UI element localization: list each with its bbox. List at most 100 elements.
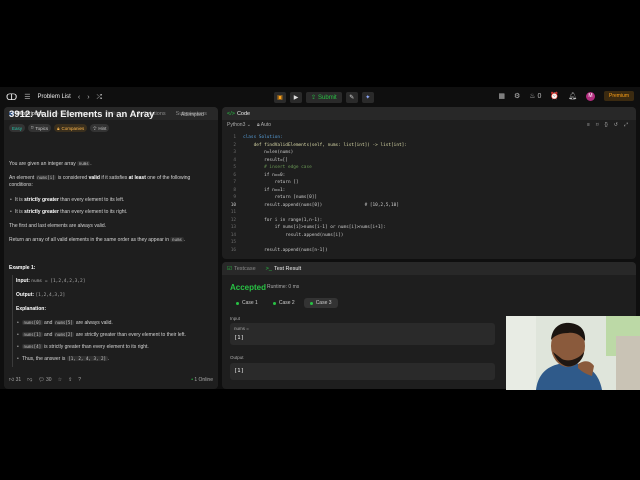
input-label: Input xyxy=(230,316,241,321)
help-icon[interactable]: ? xyxy=(78,377,81,383)
star-icon[interactable]: ☆ xyxy=(58,377,62,383)
line-number: 11 xyxy=(230,210,236,216)
problem-list-link[interactable]: Problem List xyxy=(38,94,71,100)
comment-count: 30 xyxy=(46,377,52,383)
list-icon[interactable]: ☰ xyxy=(24,94,30,101)
run-button[interactable]: ▶ xyxy=(290,92,302,103)
line-number: 9 xyxy=(233,195,236,201)
ai-icon[interactable]: ✦ xyxy=(361,92,374,103)
braces-icon[interactable]: {} xyxy=(604,122,607,128)
fullscreen-icon[interactable]: ⤢ xyxy=(624,122,628,128)
topics-chip[interactable]: ⌑ Topics xyxy=(28,124,52,132)
inline-code: [1, 2, 4, 3, 2] xyxy=(66,356,108,361)
tab-test-result[interactable]: >_ Test Result xyxy=(266,266,302,272)
text: and xyxy=(42,332,54,338)
case-tab-1[interactable]: Case 1 xyxy=(230,298,264,308)
tab-code[interactable]: </> Code xyxy=(227,111,250,117)
debug-icon[interactable]: ▣ xyxy=(274,92,286,103)
hint-chip[interactable]: 💡︎ Hint xyxy=(90,124,110,132)
reset-icon[interactable]: ↺ xyxy=(614,122,618,128)
layout-icon[interactable]: ▦ xyxy=(498,93,505,100)
code-line: 5 # insert edge case xyxy=(226,164,407,172)
prev-problem-icon[interactable]: ‹ xyxy=(78,94,80,101)
code-text: n=len(nums) xyxy=(243,150,294,156)
code-text: result.append(nums[i]) xyxy=(243,232,344,238)
result-status: Accepted xyxy=(230,283,267,292)
shuffle-icon[interactable]: ⤮ xyxy=(97,94,103,101)
comment-icon: 💬︎ xyxy=(38,377,45,383)
auto-toggle[interactable]: 🔒︎ Auto xyxy=(257,122,271,128)
code-line: 15 xyxy=(226,239,407,247)
line-number: 8 xyxy=(233,187,236,193)
text: than every element to its left. xyxy=(58,197,125,203)
tab-testcase[interactable]: ☑ Testcase xyxy=(227,266,256,272)
next-problem-icon[interactable]: › xyxy=(87,94,89,101)
bullet-dot: • xyxy=(17,332,19,338)
notes-icon[interactable]: ✎ xyxy=(345,92,358,103)
description-footer: 👍︎ 31 👎︎ 💬︎ 30 ☆ ⇪ ? • 1 Online xyxy=(4,374,218,386)
line-number: 10 xyxy=(230,202,236,208)
share-icon[interactable]: ⇪ xyxy=(68,377,72,383)
code-text: # insert edge case xyxy=(243,165,312,171)
line-number: 6 xyxy=(233,172,236,178)
bell-icon[interactable]: 🔔︎ xyxy=(568,93,577,100)
runtime-text: Runtime: 0 ms xyxy=(267,284,300,290)
example-output: Output: [1,2,4,3,2] xyxy=(16,292,216,300)
param-label: nums = xyxy=(234,326,249,331)
case-tabs: Case 1 Case 2 Case 3 xyxy=(230,298,338,308)
lock-icon: 🔒︎ xyxy=(57,125,60,131)
difficulty-badge[interactable]: Easy xyxy=(9,124,26,132)
premium-button[interactable]: Premium xyxy=(603,91,634,101)
code-line: 10 result.append(nums[0]) # [10,2,5,10] xyxy=(226,202,407,210)
like-button[interactable]: 👍︎ 31 xyxy=(9,377,21,383)
comments-button[interactable]: 💬︎ 30 xyxy=(38,377,51,383)
chip-label: Hint xyxy=(98,125,107,131)
submit-button[interactable]: ⇪ Submit xyxy=(306,92,342,103)
code-text: result=[] xyxy=(243,157,288,163)
code-line: 16 result.append(nums[n-1]) xyxy=(226,247,407,255)
explanation-label: Explanation: xyxy=(16,306,47,312)
chip-label: Topics xyxy=(35,125,49,131)
code-line: 1 class Solution: xyxy=(226,134,407,142)
output-value: [1,2,4,3,2] xyxy=(35,293,66,298)
line-number: 12 xyxy=(230,217,236,223)
pass-dot xyxy=(309,301,313,305)
code-text: result.append(nums[n-1]) xyxy=(243,247,328,253)
code-text: if nums[i]>nums[i-1] or nums[i]>nums[i+1… xyxy=(243,225,386,231)
case-label: Case 3 xyxy=(315,300,332,306)
companies-chip[interactable]: 🔒︎ Companies xyxy=(54,124,88,132)
settings-icon[interactable]: ⚙ xyxy=(514,93,520,100)
code-text: result.append(nums[0]) # [10,2,5,10] xyxy=(243,202,399,208)
bookmark-icon[interactable]: ⌑ xyxy=(596,122,599,128)
line-number: 5 xyxy=(233,165,236,171)
explanation-item-3: • nums[4] is strictly greater than every… xyxy=(17,344,149,350)
auto-label: Auto xyxy=(260,122,272,128)
case-label: Case 1 xyxy=(242,300,258,306)
desc-paragraph-4: Return an array of all valid elements in… xyxy=(9,237,209,244)
inline-code: nums[5] xyxy=(53,320,75,325)
inline-code: nums[1] xyxy=(22,332,43,337)
language-select[interactable]: Python3 ⌄ xyxy=(227,122,251,128)
online-count: 1 Online xyxy=(194,377,213,383)
fire-icon[interactable]: ♨ 0 xyxy=(529,93,541,100)
leetcode-logo-icon[interactable]: ↀ xyxy=(6,92,17,102)
result-tabs: ☑ Testcase >_ Test Result xyxy=(222,262,636,275)
case-tab-2[interactable]: Case 2 xyxy=(267,298,301,308)
text: is strictly greater than every element t… xyxy=(42,344,149,350)
language-label: Python3 xyxy=(227,122,246,128)
code-line: 12 for i in range(1,n-1): xyxy=(226,217,407,225)
format-icon[interactable]: ≡ xyxy=(587,122,590,128)
case-tab-3[interactable]: Case 3 xyxy=(303,298,338,308)
editor-actions: ≡ ⌑ {} ↺ ⤢ xyxy=(587,122,628,128)
output-box: [1] xyxy=(230,363,495,380)
inline-code: nums[i] xyxy=(35,175,57,180)
alarm-icon[interactable]: ⏰ xyxy=(550,93,559,100)
output-label: Output: xyxy=(16,292,35,298)
dislike-icon[interactable]: 👎︎ xyxy=(27,377,32,383)
chip-label: Companies xyxy=(61,125,85,131)
code-editor[interactable]: 1 class Solution: 2 def findValidElements… xyxy=(226,134,407,254)
pass-dot xyxy=(272,301,276,305)
bold-text: at least xyxy=(128,175,146,181)
fire-count: 0 xyxy=(537,92,542,100)
avatar[interactable]: M xyxy=(585,91,595,101)
